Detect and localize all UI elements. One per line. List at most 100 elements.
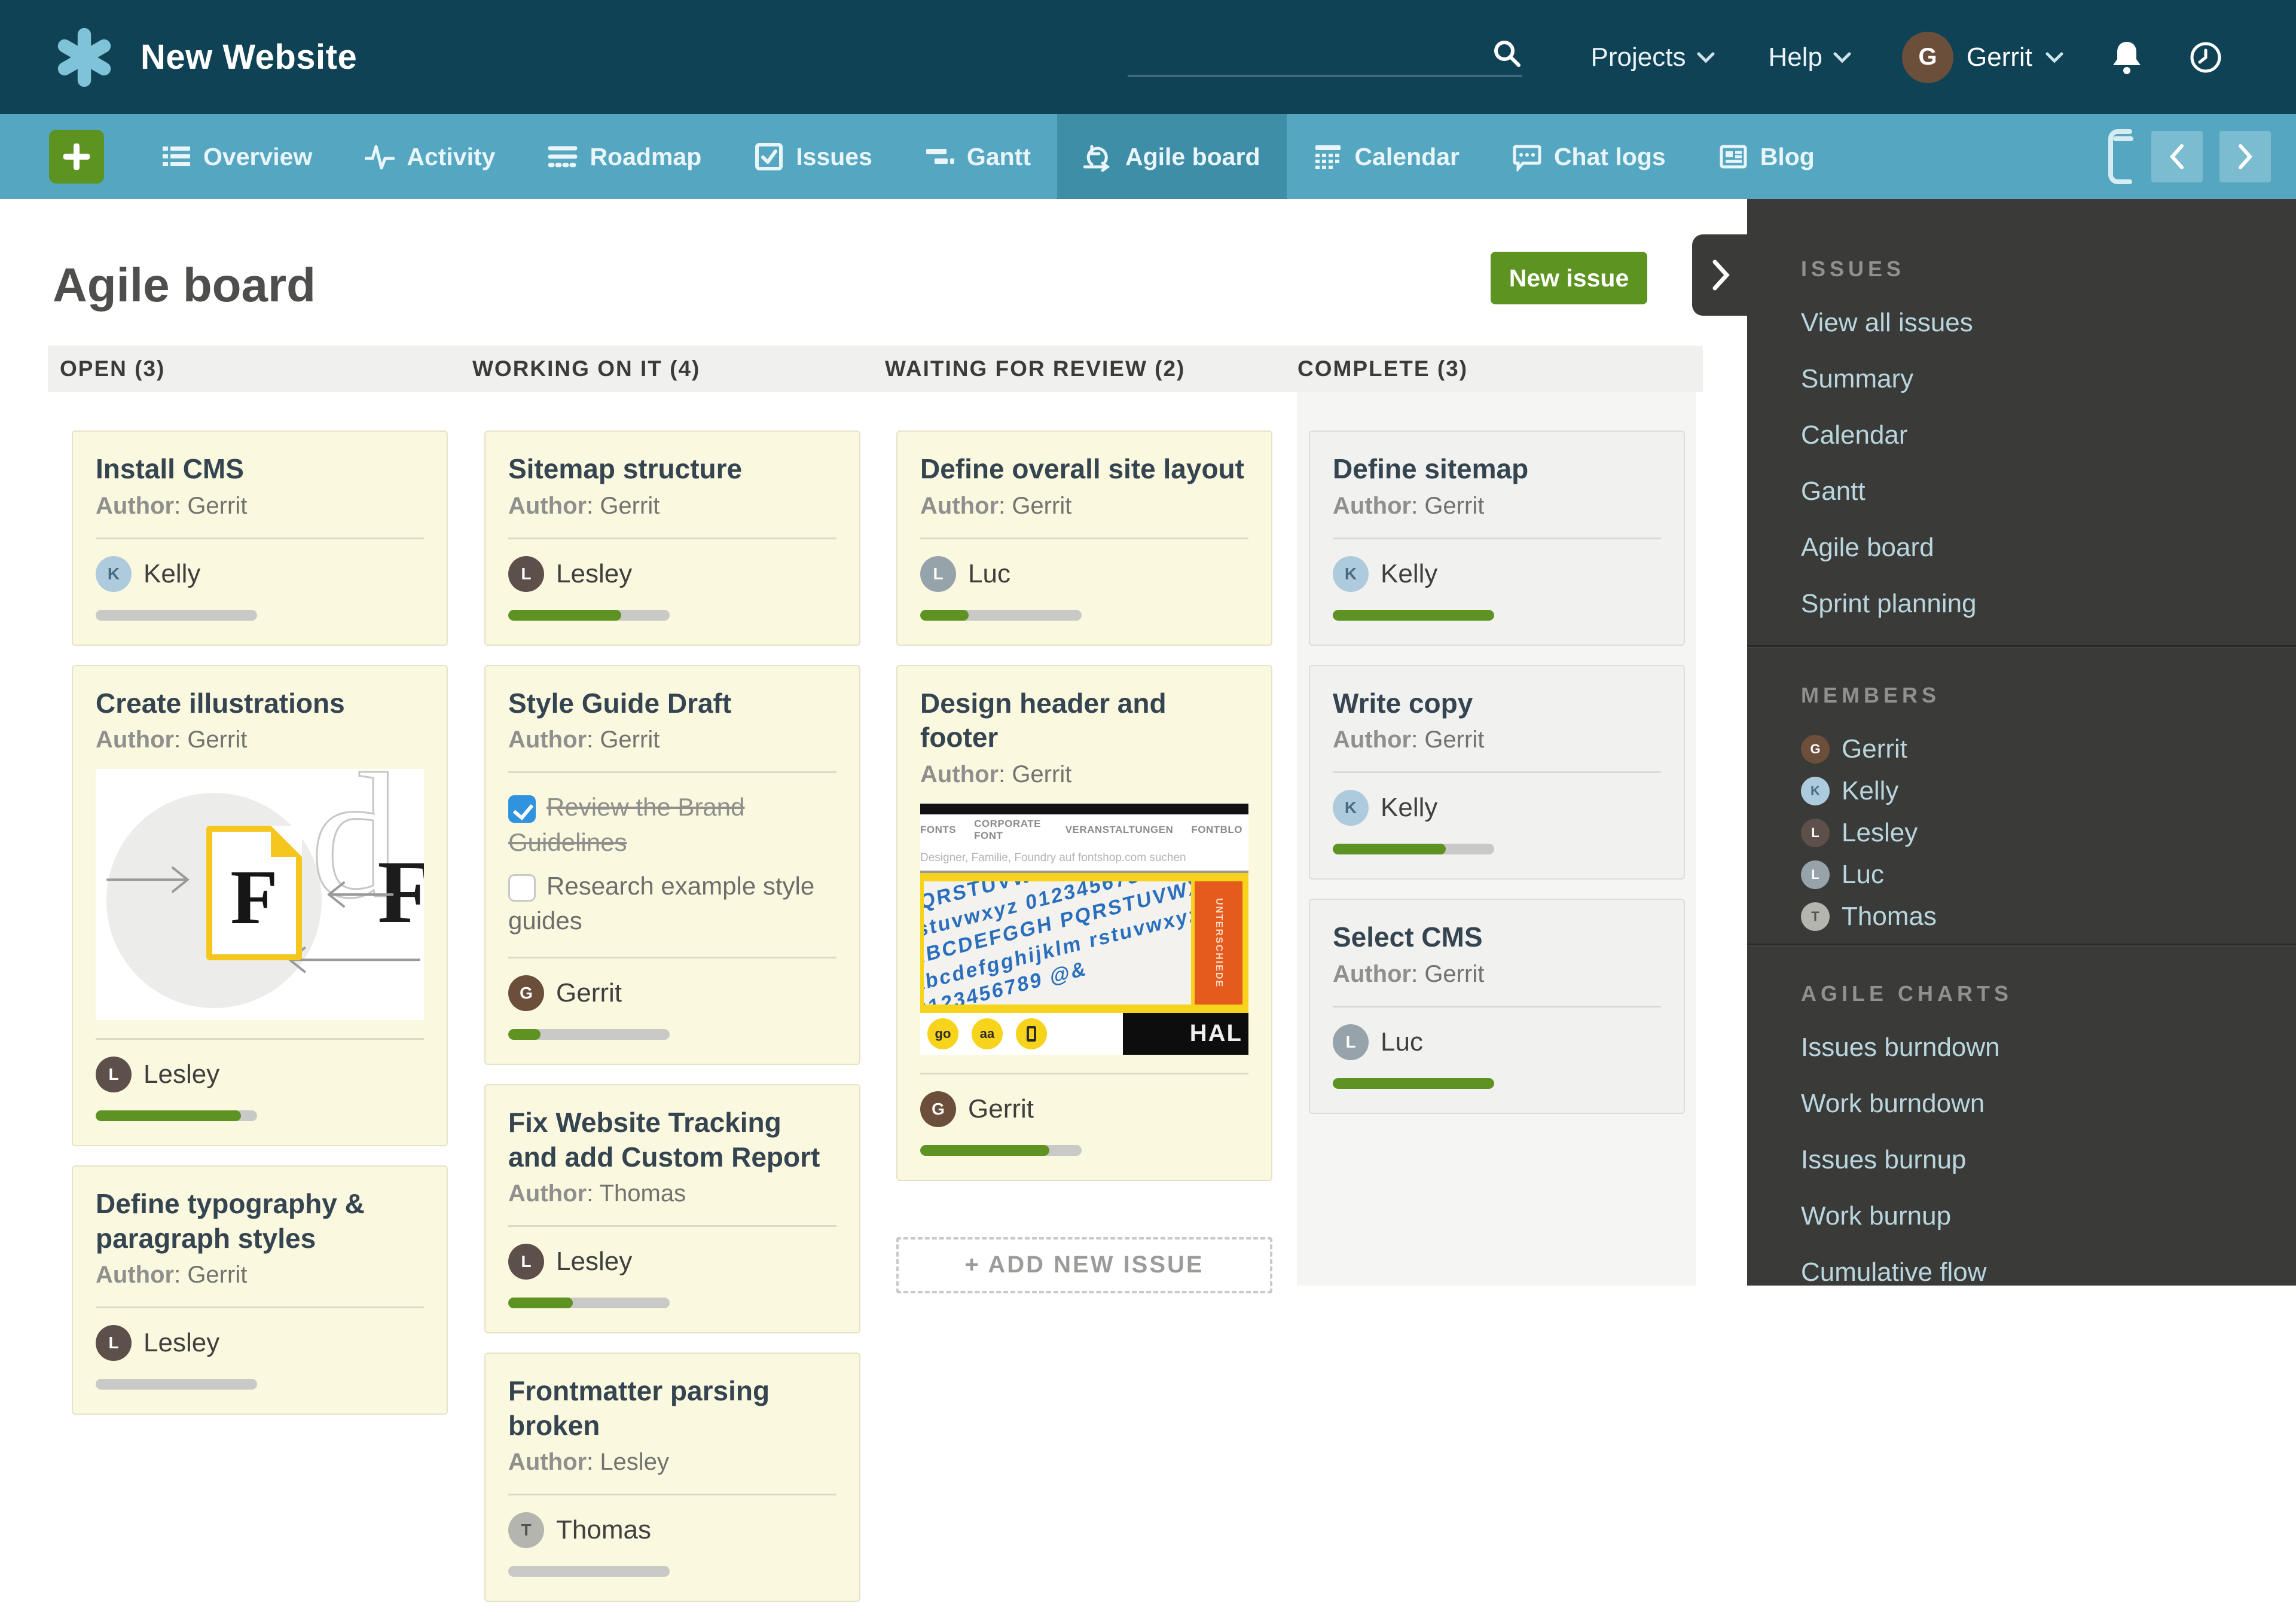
assignee-name: Luc bbox=[968, 559, 1010, 589]
issue-title: Fix Website Tracking and add Custom Repo… bbox=[508, 1106, 836, 1174]
issue-card[interactable]: Select CMS Author: Gerrit L Luc bbox=[1309, 899, 1685, 1114]
sidebar-link-cumulative-flow[interactable]: Cumulative flow bbox=[1801, 1257, 2260, 1287]
author-name: Lesley bbox=[600, 1449, 669, 1475]
author-label: Author bbox=[920, 493, 999, 519]
tab-calendar[interactable]: Calendar bbox=[1287, 114, 1486, 199]
search-icon[interactable] bbox=[1491, 38, 1522, 69]
tab-overview[interactable]: Overview bbox=[135, 114, 338, 199]
new-issue-button[interactable]: New issue bbox=[1491, 252, 1647, 304]
scroll-tabs-left-button[interactable] bbox=[2151, 131, 2203, 182]
checkbox-icon[interactable] bbox=[508, 795, 536, 823]
subtask-item[interactable]: Review the Brand Guidelines bbox=[508, 790, 836, 860]
assignee-name: Luc bbox=[1381, 1027, 1423, 1057]
sidebar-link-work-burnup[interactable]: Work burnup bbox=[1801, 1201, 2260, 1231]
issue-title: Create illustrations bbox=[96, 686, 424, 721]
issue-author: Author: Gerrit bbox=[1333, 961, 1661, 988]
column-header-working: WORKING ON IT (4) bbox=[472, 346, 700, 392]
project-title: New Website bbox=[141, 37, 357, 77]
member-item-gerrit[interactable]: G Gerrit bbox=[1801, 734, 2260, 764]
issue-title: Write copy bbox=[1333, 686, 1661, 721]
sidebar-link-issues-burnup[interactable]: Issues burnup bbox=[1801, 1145, 2260, 1175]
sidebar-link-gantt[interactable]: Gantt bbox=[1801, 477, 2260, 506]
tab-blog[interactable]: Blog bbox=[1692, 114, 1841, 199]
issue-title: Define overall site layout bbox=[920, 452, 1248, 487]
progress-bar bbox=[96, 1379, 257, 1390]
assignee-row: K Kelly bbox=[1333, 790, 1661, 826]
scroll-tabs-right-button[interactable] bbox=[2219, 131, 2271, 182]
chevron-right-icon bbox=[2234, 144, 2256, 170]
tab-issues[interactable]: Issues bbox=[728, 114, 899, 199]
search-input[interactable] bbox=[1128, 42, 1491, 69]
author-label: Author bbox=[508, 493, 587, 519]
issue-card[interactable]: Fix Website Tracking and add Custom Repo… bbox=[484, 1084, 860, 1333]
divider bbox=[920, 1073, 1248, 1074]
issue-card[interactable]: Define overall site layout Author: Gerri… bbox=[896, 431, 1272, 646]
divider bbox=[1747, 944, 2296, 945]
assignee-row: L Lesley bbox=[508, 556, 836, 592]
progress-bar bbox=[96, 1110, 257, 1121]
member-item-lesley[interactable]: L Lesley bbox=[1801, 818, 2260, 848]
member-item-kelly[interactable]: K Kelly bbox=[1801, 776, 2260, 806]
notebook-icon[interactable] bbox=[2103, 126, 2135, 188]
add-new-issue-button[interactable]: + ADD NEW ISSUE bbox=[896, 1237, 1272, 1293]
user-menu[interactable]: G Gerrit bbox=[1902, 32, 2063, 83]
agile-board-main: Agile board New issue OPEN (3) WORKING O… bbox=[0, 199, 1747, 1286]
sidebar-link-calendar[interactable]: Calendar bbox=[1801, 420, 2260, 450]
issue-card[interactable]: Design header and footer Author: Gerrit … bbox=[896, 665, 1272, 1181]
subtask-label: Review the Brand Guidelines bbox=[508, 793, 745, 856]
author-name: Gerrit bbox=[600, 726, 660, 753]
tab-gantt[interactable]: Gantt bbox=[899, 114, 1057, 199]
divider bbox=[1333, 771, 1661, 773]
issue-author: Author: Gerrit bbox=[96, 1262, 424, 1289]
progress-bar bbox=[1333, 610, 1494, 621]
issue-card[interactable]: Define typography & paragraph styles Aut… bbox=[72, 1165, 448, 1415]
issue-author: Author: Gerrit bbox=[1333, 726, 1661, 753]
issue-card[interactable]: Create illustrations Author: Gerrit d F … bbox=[72, 665, 448, 1147]
divider bbox=[508, 771, 836, 773]
time-tracking-button[interactable] bbox=[2189, 39, 2222, 75]
tab-agile-board[interactable]: Agile board bbox=[1057, 114, 1287, 199]
sidebar-link-issues-burndown[interactable]: Issues burndown bbox=[1801, 1033, 2260, 1063]
progress-fill bbox=[96, 1110, 241, 1121]
document-icon: F bbox=[206, 826, 302, 960]
sidebar-link-agile-board[interactable]: Agile board bbox=[1801, 533, 2260, 563]
tab-roadmap[interactable]: Roadmap bbox=[521, 114, 728, 199]
member-item-thomas[interactable]: T Thomas bbox=[1801, 902, 2260, 932]
divider bbox=[1333, 538, 1661, 539]
progress-fill bbox=[508, 610, 621, 621]
issue-card[interactable]: Define sitemap Author: Gerrit K Kelly bbox=[1309, 431, 1685, 646]
tab-activity[interactable]: Activity bbox=[338, 114, 521, 199]
sidebar-collapse-handle[interactable] bbox=[1692, 234, 1748, 316]
author-label: Author bbox=[508, 1180, 587, 1207]
notifications-button[interactable] bbox=[2110, 39, 2144, 75]
member-item-luc[interactable]: L Luc bbox=[1801, 860, 2260, 890]
author-label: Author bbox=[96, 726, 174, 753]
black-block-text: HAL bbox=[1190, 1020, 1242, 1047]
subtask-item[interactable]: Research example style guides bbox=[508, 869, 836, 939]
issue-card[interactable]: Install CMS Author: Gerrit K Kelly bbox=[72, 431, 448, 646]
sidebar-link-view-all-issues[interactable]: View all issues bbox=[1801, 308, 2260, 338]
projects-menu[interactable]: Projects bbox=[1591, 42, 1715, 72]
sidebar-link-sprint-planning[interactable]: Sprint planning bbox=[1801, 589, 2260, 619]
checkbox-icon[interactable] bbox=[508, 874, 536, 902]
tab-chat-logs[interactable]: Chat logs bbox=[1486, 114, 1692, 199]
issue-card[interactable]: Style Guide Draft Author: Gerrit Review … bbox=[484, 665, 860, 1066]
assignee-row: L Lesley bbox=[508, 1244, 836, 1280]
progress-bar bbox=[920, 1145, 1082, 1156]
tab-label: Issues bbox=[796, 143, 872, 171]
author-label: Author bbox=[1333, 726, 1411, 753]
member-name: Thomas bbox=[1842, 902, 1937, 932]
issue-card[interactable]: Write copy Author: Gerrit K Kelly bbox=[1309, 665, 1685, 880]
issues-sidebar: ISSUES View all issues Summary Calendar … bbox=[1747, 199, 2296, 1286]
search-box[interactable] bbox=[1128, 38, 1522, 77]
sidebar-link-work-burndown[interactable]: Work burndown bbox=[1801, 1089, 2260, 1119]
issue-card[interactable]: Sitemap structure Author: Gerrit L Lesle… bbox=[484, 431, 860, 646]
column-header-complete: COMPLETE (3) bbox=[1297, 346, 1468, 392]
sidebar-section-agile-charts-title: AGILE CHARTS bbox=[1801, 981, 2260, 1006]
sidebar-link-summary[interactable]: Summary bbox=[1801, 364, 2260, 394]
help-menu[interactable]: Help bbox=[1769, 42, 1852, 72]
add-tab-button[interactable] bbox=[49, 130, 104, 184]
issue-card[interactable]: Frontmatter parsing broken Author: Lesle… bbox=[484, 1353, 860, 1602]
member-name: Kelly bbox=[1842, 776, 1898, 806]
issue-author: Author: Thomas bbox=[508, 1180, 836, 1207]
